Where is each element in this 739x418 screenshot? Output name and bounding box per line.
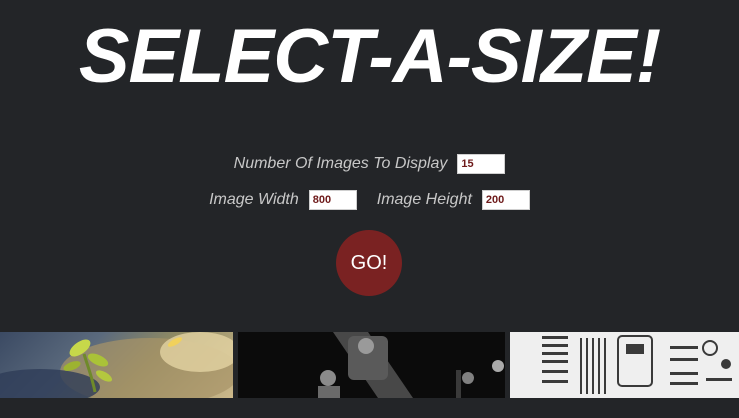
gallery-image-concert[interactable] xyxy=(238,332,505,398)
image-height-label: Image Height xyxy=(376,191,472,208)
image-width-label: Image Width xyxy=(209,191,299,208)
image-count-label: Number Of Images To Display xyxy=(233,155,448,172)
page-title: SELECT-A-SIZE! xyxy=(78,14,661,99)
gallery-image-hardware[interactable] xyxy=(510,332,739,398)
image-width-input[interactable] xyxy=(308,190,357,210)
image-gallery xyxy=(0,332,739,398)
image-height-input[interactable] xyxy=(481,190,530,210)
image-count-input[interactable] xyxy=(457,154,506,174)
image-dimensions-row: Image Width Image Height xyxy=(0,190,739,210)
go-button[interactable]: GO! xyxy=(336,230,402,296)
gallery-image-plant[interactable] xyxy=(0,332,233,398)
image-count-row: Number Of Images To Display xyxy=(0,154,739,174)
